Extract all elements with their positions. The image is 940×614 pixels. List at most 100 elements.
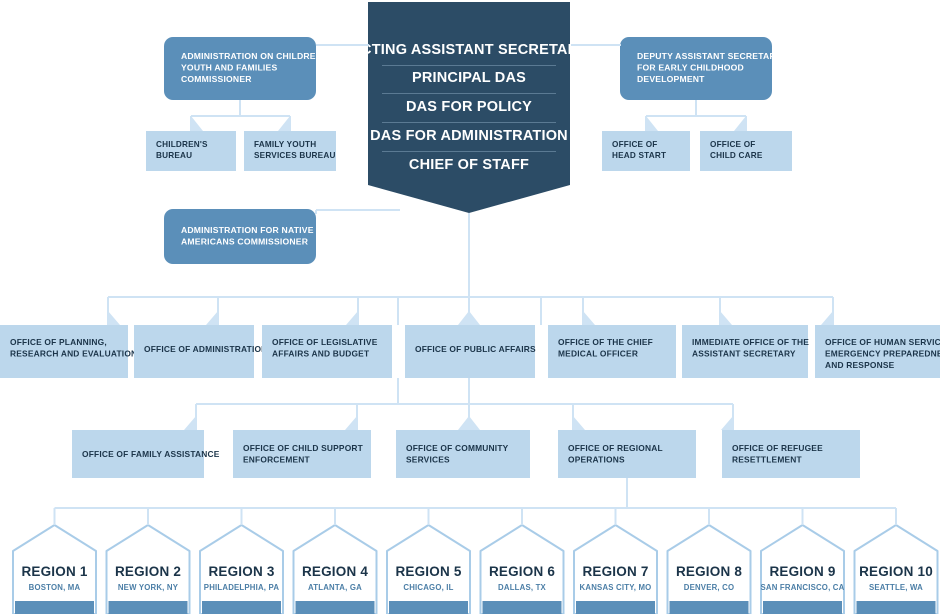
program-office-label: RESETTLEMENT: [732, 455, 803, 465]
commissioner-box-acyf[interactable]: ADMINISTRATION ON CHILDREN, YOUTH AND FAM…: [164, 37, 325, 100]
leadership-banner-line-3: DAS FOR POLICY: [406, 99, 532, 115]
region-city-region-8: DENVER, CO: [684, 583, 735, 592]
bureau-box-label: SERVICES BUREAU: [254, 151, 336, 160]
region-box-region-8[interactable]: REGION 8 DENVER, CO: [666, 524, 752, 614]
region-name-region-2: REGION 2: [115, 564, 181, 579]
connector-fillet: [346, 311, 358, 325]
region-name-region-9: REGION 9: [769, 564, 835, 579]
region-box-region-7[interactable]: REGION 7 KANSAS CITY, MO: [573, 524, 658, 614]
bureau-box-childrens-bureau[interactable]: CHILDREN'S BUREAU: [146, 131, 236, 171]
region-accent-bar-region-2: [108, 601, 188, 614]
region-name-region-3: REGION 3: [208, 564, 274, 579]
program-office-office-of-child-support-enforcement[interactable]: OFFICE OF CHILD SUPPORT ENFORCEMENT: [233, 430, 371, 478]
connector-fillet: [646, 116, 658, 131]
region-city-region-5: CHICAGO, IL: [403, 583, 453, 592]
region-accent-bar-region-4: [295, 601, 375, 614]
commissioner-box-label: ADMINISTRATION ON CHILDREN,: [181, 51, 325, 61]
commissioner-box-label: DEPUTY ASSISTANT SECRETARY: [637, 51, 782, 61]
tier-office-office-of-human-services-emergency-preparedness-and-response[interactable]: OFFICE OF HUMAN SERVICES EMERGENCY PREPAR…: [815, 325, 940, 378]
commissioner-box-label: AMERICANS COMMISSIONER: [181, 236, 309, 246]
connector-fillet: [458, 416, 480, 430]
program-office-office-of-community-services[interactable]: OFFICE OF COMMUNITY SERVICES: [396, 430, 530, 478]
tier-office-label: AFFAIRS AND BUDGET: [272, 349, 370, 359]
region-connector-group: [53, 478, 897, 525]
tier-office-office-of-administration[interactable]: OFFICE OF ADMINISTRATION: [134, 325, 267, 378]
connector-fillet: [206, 311, 218, 325]
connector-fillet: [821, 311, 833, 325]
office-box-label: CHILD CARE: [710, 151, 763, 160]
region-accent-bar-region-1: [15, 601, 94, 614]
region-city-region-1: BOSTON, MA: [29, 583, 81, 592]
commissioner-box-dasecd[interactable]: DEPUTY ASSISTANT SECRETARY FOR EARLY CHIL…: [620, 37, 782, 100]
connector-fillet: [720, 311, 732, 325]
region-box-region-6[interactable]: REGION 6 DALLAS, TX: [479, 524, 565, 614]
office-box-office-of-child-care[interactable]: OFFICE OF CHILD CARE: [700, 131, 792, 171]
office-box-office-of-head-start[interactable]: OFFICE OF HEAD START: [602, 131, 690, 171]
region-city-region-7: KANSAS CITY, MO: [580, 583, 652, 592]
tier-office-immediate-office-of-the-assistant-secretary[interactable]: IMMEDIATE OFFICE OF THE ASSISTANT SECRETA…: [682, 325, 809, 378]
office-box-label: OFFICE OF: [612, 140, 657, 149]
connector-fillet: [184, 416, 196, 430]
region-box-region-5[interactable]: REGION 5 CHICAGO, IL: [386, 524, 471, 614]
tier-office-office-of-public-affairs[interactable]: OFFICE OF PUBLIC AFFAIRS: [405, 325, 536, 378]
leadership-banner-line-1: ACTING ASSISTANT SECRETARY: [350, 42, 587, 58]
program-office-label: OFFICE OF REGIONAL: [568, 443, 663, 453]
tier-office-office-of-legislative-affairs-and-budget[interactable]: OFFICE OF LEGISLATIVE AFFAIRS AND BUDGET: [262, 325, 392, 378]
region-name-region-4: REGION 4: [302, 564, 368, 579]
program-office-label: OFFICE OF CHILD SUPPORT: [243, 443, 364, 453]
region-box-region-1[interactable]: REGION 1 BOSTON, MA: [12, 524, 97, 614]
program-office-office-of-family-assistance[interactable]: OFFICE OF FAMILY ASSISTANCE: [72, 430, 220, 478]
bureau-box-family-youth-services-bureau[interactable]: FAMILY YOUTH SERVICES BUREAU: [244, 131, 336, 171]
connector-fillet: [278, 116, 290, 131]
commissioner-box-label: DEVELOPMENT: [637, 74, 705, 84]
connector-fillet: [108, 311, 120, 325]
region-box-region-3[interactable]: REGION 3 PHILADELPHIA, PA: [199, 524, 284, 614]
tier-office-label: AND RESPONSE: [825, 360, 895, 370]
region-accent-bar-region-9: [763, 601, 842, 614]
region-name-region-5: REGION 5: [395, 564, 461, 579]
org-chart: ACTING ASSISTANT SECRETARY PRINCIPAL DAS D…: [0, 0, 940, 614]
region-name-region-7: REGION 7: [582, 564, 648, 579]
region-accent-bar-region-8: [669, 601, 749, 614]
region-city-region-4: ATLANTA, GA: [308, 583, 362, 592]
bureau-box-label: FAMILY YOUTH: [254, 140, 316, 149]
program-office-label: ENFORCEMENT: [243, 455, 311, 465]
office-box-label: OFFICE OF: [710, 140, 755, 149]
tier-office-label: OFFICE OF HUMAN SERVICES: [825, 337, 940, 347]
region-box-region-9[interactable]: REGION 9 SAN FRANCISCO, CA: [760, 524, 845, 614]
region-box-region-2[interactable]: REGION 2 NEW YORK, NY: [105, 524, 191, 614]
leadership-banner-line-5: CHIEF OF STAFF: [409, 157, 529, 173]
office-box-label: HEAD START: [612, 151, 666, 160]
tier-office-label: OFFICE OF LEGISLATIVE: [272, 337, 378, 347]
program-office-label: SERVICES: [406, 455, 450, 465]
commissioner-box-label: ADMINISTRATION FOR NATIVE: [181, 225, 314, 235]
tier-office-label: MEDICAL OFFICER: [558, 349, 638, 359]
commissioner-box-ana[interactable]: ADMINISTRATION FOR NATIVEAMERICANS COMMI…: [164, 209, 316, 264]
tier-office-label: OFFICE OF THE CHIEF: [558, 337, 653, 347]
connector-fillet: [721, 416, 733, 430]
program-office-office-of-refugee-resettlement[interactable]: OFFICE OF REFUGEE RESETTLEMENT: [722, 430, 860, 478]
tier-office-label: OFFICE OF PUBLIC AFFAIRS: [415, 344, 536, 354]
tier-office-label: OFFICE OF PLANNING,: [10, 337, 107, 347]
program-office-label: OPERATIONS: [568, 455, 625, 465]
region-box-region-10[interactable]: REGION 10 SEATTLE, WA: [853, 524, 939, 614]
connector-fillet: [734, 116, 746, 131]
region-accent-bar-region-3: [202, 601, 281, 614]
tier-office-label: EMERGENCY PREPAREDNESS: [825, 349, 940, 359]
program-office-label: OFFICE OF COMMUNITY: [406, 443, 509, 453]
program-office-label: OFFICE OF REFUGEE: [732, 443, 823, 453]
connector-fillet: [583, 311, 595, 325]
region-box-region-4[interactable]: REGION 4 ATLANTA, GA: [292, 524, 378, 614]
tier-office-office-of-the-chief-medical-officer[interactable]: OFFICE OF THE CHIEF MEDICAL OFFICER: [548, 325, 676, 378]
program-connector-group: [184, 378, 734, 430]
tier-office-label: OFFICE OF ADMINISTRATION: [144, 344, 267, 354]
connector-fillet: [345, 416, 357, 430]
tier-office-office-of-planning-research-and-evaluation[interactable]: OFFICE OF PLANNING, RESEARCH AND EVALUATI…: [0, 325, 137, 378]
bureau-box-label: CHILDREN'S: [156, 140, 208, 149]
commissioner-box-label: FOR EARLY CHILDHOOD: [637, 63, 744, 73]
region-name-region-8: REGION 8: [676, 564, 742, 579]
program-office-office-of-regional-operations[interactable]: OFFICE OF REGIONAL OPERATIONS: [558, 430, 696, 478]
leadership-banner-line-4: DAS FOR ADMINISTRATION: [370, 128, 568, 144]
region-accent-bar-region-7: [576, 601, 655, 614]
connector-fillet: [458, 311, 480, 325]
